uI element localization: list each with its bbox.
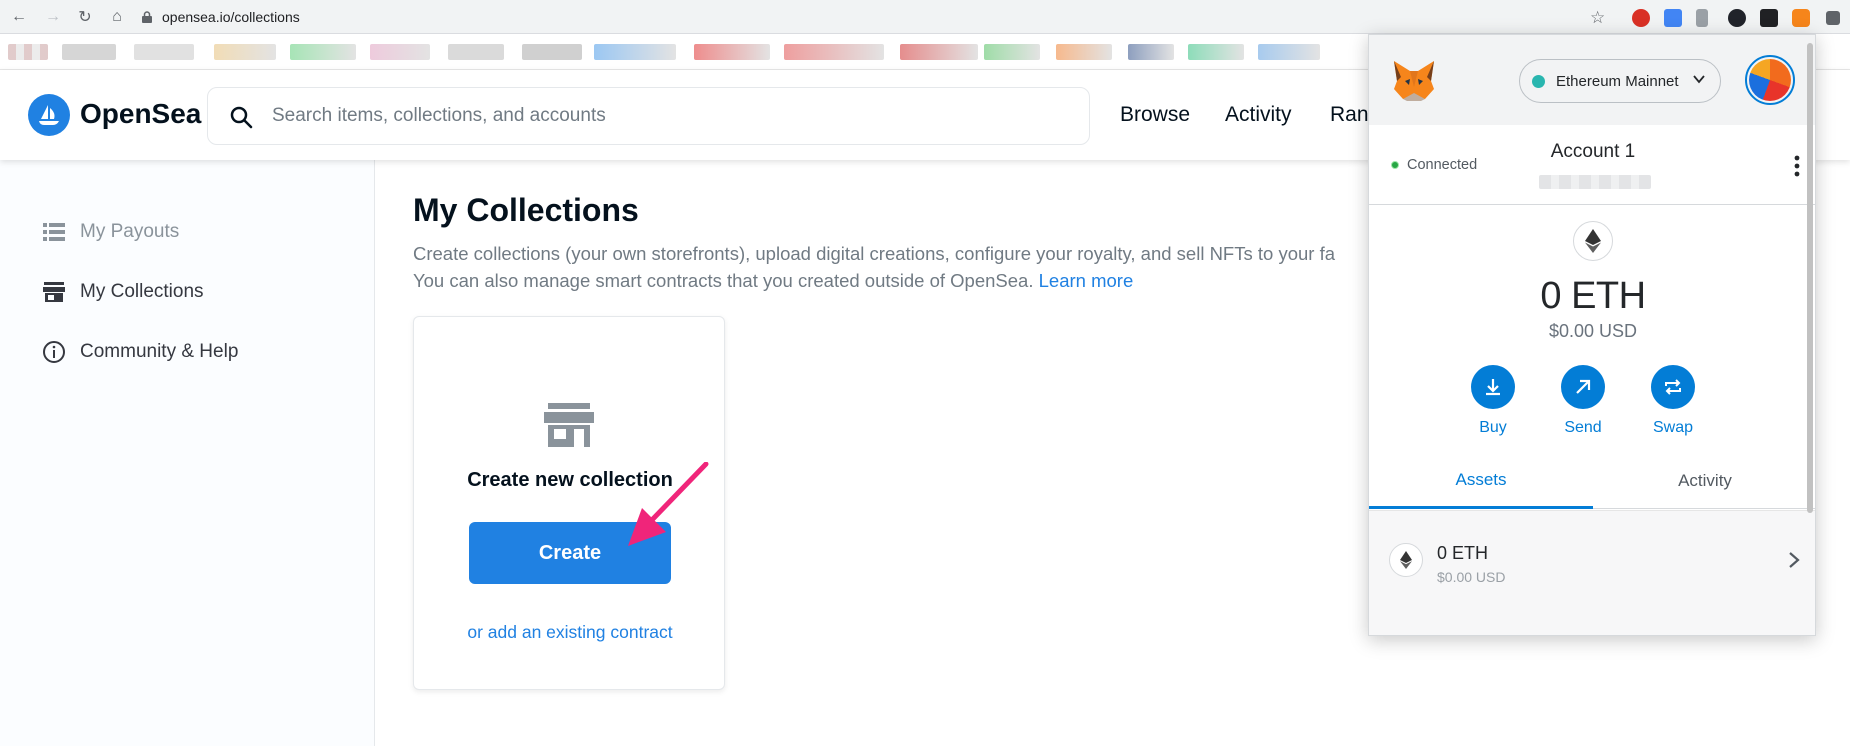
translate-extension-icon[interactable] — [1664, 9, 1682, 27]
home-icon[interactable]: ⌂ — [106, 6, 128, 28]
metamask-header: Ethereum Mainnet — [1369, 35, 1815, 125]
bookmark-item[interactable] — [448, 44, 504, 60]
account-name[interactable]: Account 1 — [1369, 141, 1815, 163]
ethereum-icon — [1389, 543, 1423, 577]
bookmark-item[interactable] — [1056, 44, 1112, 60]
buy-label: Buy — [1479, 419, 1507, 436]
bookmark-item[interactable] — [594, 44, 676, 60]
eth-balance: 0 ETH — [1540, 275, 1646, 317]
bookmark-item[interactable] — [134, 44, 194, 60]
bookmark-item[interactable] — [290, 44, 356, 60]
add-existing-contract-link[interactable]: or add an existing contract — [414, 622, 726, 643]
asset-amount: 0 ETH — [1437, 543, 1489, 563]
send-button[interactable]: Send — [1548, 365, 1618, 437]
nav-browse[interactable]: Browse — [1120, 103, 1190, 127]
sidebar-item-label: Community & Help — [80, 341, 239, 362]
sidebar-item-community-help[interactable]: Community & Help — [42, 340, 238, 364]
identicon — [1749, 59, 1791, 101]
metamask-tabs: Assets Activity — [1369, 453, 1815, 509]
usd-balance: $0.00 USD — [1548, 321, 1638, 341]
description-text: You can also manage smart contracts that… — [413, 270, 1039, 291]
page-title: My Collections — [413, 192, 639, 228]
store-icon — [544, 403, 594, 447]
download-icon — [1471, 365, 1515, 409]
network-selector[interactable]: Ethereum Mainnet — [1519, 59, 1721, 103]
description-line-1: Create collections (your own storefronts… — [413, 243, 1336, 264]
network-name: Ethereum Mainnet — [1556, 72, 1679, 90]
bookmark-item[interactable] — [1188, 44, 1244, 60]
metamask-fox-icon[interactable] — [1391, 57, 1437, 103]
site-brand[interactable]: OpenSea — [80, 98, 201, 130]
back-icon[interactable]: ← — [8, 6, 30, 28]
send-label: Send — [1564, 419, 1602, 436]
bookmark-star-icon[interactable]: ☆ — [1590, 8, 1605, 28]
store-icon — [42, 280, 66, 304]
list-icon — [42, 220, 66, 244]
opensea-logo-icon[interactable] — [28, 94, 70, 136]
reload-icon[interactable]: ↻ — [74, 6, 96, 28]
asset-list-item[interactable]: 0 ETH $0.00 USD — [1369, 510, 1815, 635]
sidebar-item-label: My Collections — [80, 281, 204, 302]
bookmark-item[interactable] — [984, 44, 1040, 60]
network-status-dot — [1532, 75, 1545, 88]
sidebar-item-label: My Payouts — [80, 221, 180, 242]
sidebar-item-my-collections[interactable]: My Collections — [42, 280, 204, 304]
bookmark-item[interactable] — [62, 44, 116, 60]
more-options-icon[interactable] — [1793, 155, 1801, 177]
browser-toolbar: ← → ↻ ⌂ opensea.io/collections ☆ — [0, 0, 1850, 34]
account-row: Connected Account 1 — [1369, 125, 1815, 205]
bookmark-item[interactable] — [900, 44, 978, 60]
swap-icon — [1651, 365, 1695, 409]
account-address-redacted[interactable] — [1539, 175, 1651, 189]
page-description: Create collections (your own storefronts… — [413, 240, 1373, 294]
ethereum-icon — [1573, 221, 1613, 261]
account-avatar[interactable] — [1745, 55, 1795, 105]
lock-icon — [142, 11, 152, 23]
bookmark-item[interactable] — [694, 44, 770, 60]
swap-label: Swap — [1652, 419, 1694, 436]
swap-button[interactable]: Swap — [1638, 365, 1708, 437]
extension-icon[interactable] — [1696, 9, 1708, 27]
sidebar: My Payouts My Collections Community & He… — [0, 160, 375, 746]
annotation-arrow-icon — [628, 462, 709, 546]
nav-activity[interactable]: Activity — [1225, 103, 1292, 127]
forward-icon[interactable]: → — [42, 6, 64, 28]
learn-more-link[interactable]: Learn more — [1039, 270, 1134, 291]
address-bar[interactable]: opensea.io/collections — [140, 5, 1620, 29]
bookmark-item[interactable] — [522, 44, 582, 60]
search-input[interactable]: Search items, collections, and accounts — [207, 87, 1090, 145]
scrollbar[interactable] — [1807, 43, 1813, 513]
bookmark-item[interactable] — [784, 44, 884, 60]
notion-extension-icon[interactable] — [1760, 9, 1778, 27]
extension-icon[interactable] — [1632, 9, 1650, 27]
tab-assets[interactable]: Assets — [1369, 453, 1593, 509]
search-icon — [230, 106, 253, 129]
bookmark-item[interactable] — [8, 44, 48, 60]
search-placeholder: Search items, collections, and accounts — [272, 105, 606, 126]
puzzle-extensions-icon[interactable] — [1826, 11, 1840, 25]
bookmark-item[interactable] — [1128, 44, 1174, 60]
react-extension-icon[interactable] — [1728, 9, 1746, 27]
bookmark-item[interactable] — [370, 44, 430, 60]
url-text: opensea.io/collections — [162, 9, 300, 25]
bookmark-item[interactable] — [214, 44, 276, 60]
metamask-extension-icon[interactable] — [1792, 9, 1810, 27]
metamask-popup: Ethereum Mainnet Connected Account 1 0 E… — [1368, 34, 1816, 636]
info-icon — [42, 340, 66, 364]
sidebar-item-my-payouts[interactable]: My Payouts — [42, 220, 179, 244]
bookmark-item[interactable] — [1258, 44, 1320, 60]
chevron-right-icon — [1789, 552, 1800, 568]
description-line-2: You can also manage smart contracts that… — [413, 267, 1373, 294]
arrow-up-right-icon — [1561, 365, 1605, 409]
asset-usd-value: $0.00 USD — [1437, 569, 1506, 585]
tab-activity[interactable]: Activity — [1593, 453, 1815, 509]
buy-button[interactable]: Buy — [1458, 365, 1528, 437]
chevron-down-icon — [1693, 75, 1705, 84]
